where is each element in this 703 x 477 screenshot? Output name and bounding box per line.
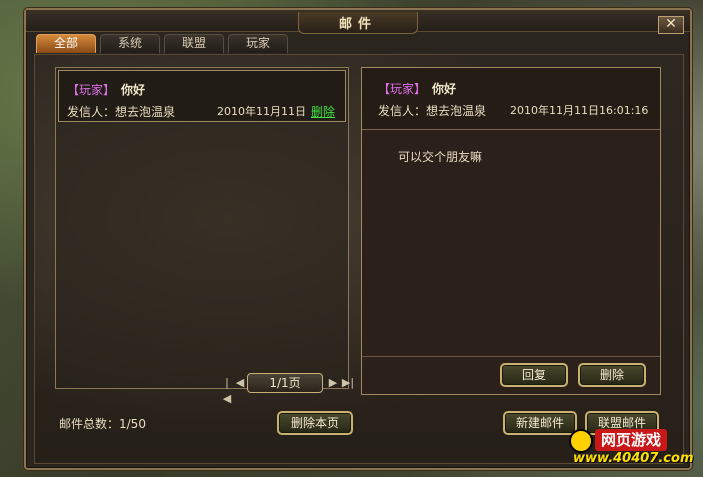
mail-reader-panel: 【玩家】 你好 发信人：想去泡温泉 2010年11月11日16:01:16 可以交… (361, 67, 661, 395)
new-mail-button[interactable]: 新建邮件 (503, 411, 577, 435)
reader-footer: 回复 删除 (362, 356, 660, 394)
tab-bar: 全部 系统 联盟 玩家 (36, 34, 288, 54)
prev-page-button[interactable]: ◀ (234, 375, 246, 391)
last-page-button[interactable]: ▶| (340, 375, 356, 391)
reader-body: 可以交个朋友嘛 (398, 150, 483, 164)
mail-list-panel: 【玩家】 你好 发信人：想去泡温泉 2010年11月11日 删除 (55, 67, 349, 389)
mail-item-tag: 【玩家】 (67, 83, 116, 97)
close-button[interactable]: ✕ (658, 16, 684, 34)
delete-button[interactable]: 删除 (578, 363, 646, 387)
tab-alliance[interactable]: 联盟 (164, 34, 224, 53)
page-indicator: 1/1页 (247, 373, 323, 393)
reader-datetime: 2010年11月11日16:01:16 (510, 104, 649, 117)
mail-item-subject: 【玩家】 你好 (67, 81, 145, 98)
window-title: 邮件 (297, 12, 418, 34)
mail-item-subject-text: 你好 (121, 83, 146, 97)
watermark-top-text: 网页游戏 (595, 429, 668, 451)
reader-tag: 【玩家】 (378, 82, 427, 96)
logo-emblem-icon (569, 429, 593, 453)
first-page-button[interactable]: |◀ (221, 375, 233, 405)
delete-page-button[interactable]: 删除本页 (277, 411, 353, 435)
mail-item-sender: 发信人：想去泡温泉 (67, 105, 176, 119)
watermark-url-text: www.40407.com (573, 451, 694, 466)
reader-sender: 发信人：想去泡温泉 (378, 104, 487, 118)
watermark-logo: 网页游戏 www.40407.com (567, 425, 699, 473)
tab-all[interactable]: 全部 (36, 34, 96, 53)
content-frame: 【玩家】 你好 发信人：想去泡温泉 2010年11月11日 删除 |◀ ◀ 1/1… (34, 54, 684, 464)
reader-subject: 【玩家】 你好 (378, 80, 456, 97)
mail-item-delete-link[interactable]: 删除 (311, 103, 335, 120)
tab-system[interactable]: 系统 (100, 34, 160, 53)
reply-button[interactable]: 回复 (500, 363, 568, 387)
tab-player[interactable]: 玩家 (228, 34, 288, 53)
mail-total-count: 邮件总数：1/50 (59, 417, 146, 431)
reader-subject-text: 你好 (432, 82, 457, 96)
mail-list-item[interactable]: 【玩家】 你好 发信人：想去泡温泉 2010年11月11日 删除 (58, 70, 346, 122)
mail-item-date: 2010年11月11日 (217, 105, 306, 118)
mail-window: 邮件 ✕ 全部 系统 联盟 玩家 【玩家】 你好 发信人：想去泡温泉 2010年1… (24, 8, 692, 470)
next-page-button[interactable]: ▶ (327, 375, 339, 391)
reader-header: 【玩家】 你好 发信人：想去泡温泉 2010年11月11日16:01:16 (362, 68, 660, 130)
title-bar[interactable]: 邮件 (26, 10, 690, 34)
